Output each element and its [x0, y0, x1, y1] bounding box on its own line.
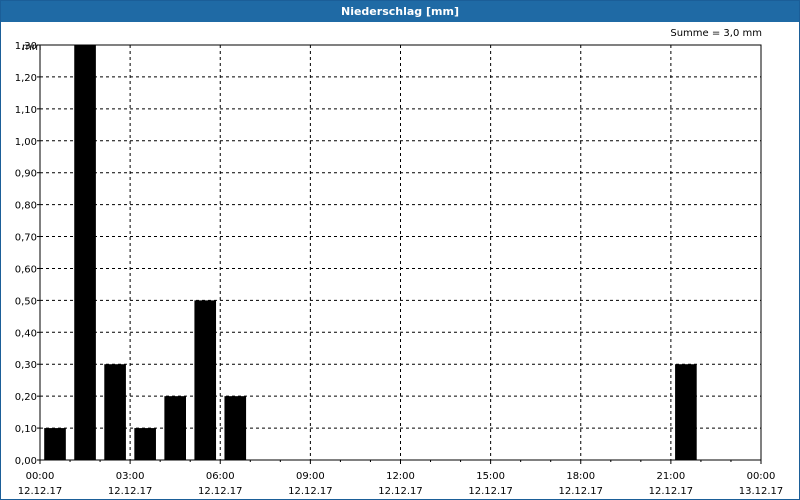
- y-tick-label: 0,60: [15, 264, 37, 275]
- y-tick-label: 1,00: [15, 137, 37, 148]
- x-tick-time: 15:00: [476, 471, 505, 482]
- precipitation-bar: [675, 364, 697, 460]
- x-tick-time: 12:00: [386, 471, 415, 482]
- x-tick-time: 03:00: [116, 471, 145, 482]
- y-axis: 0,00 0,10 0,20 0,30 0,40 0,50 0,60 0,70 0,80 0,90…: [15, 41, 40, 467]
- x-tick-time: 18:00: [566, 471, 595, 482]
- precipitation-bar: [224, 396, 247, 460]
- y-tick-label: 0,70: [15, 233, 37, 244]
- y-tick-label: 0,10: [15, 424, 37, 435]
- y-unit-label: mm: [22, 42, 41, 53]
- precipitation-chart: 0,00 0,10 0,20 0,30 0,40 0,50 0,60 0,70 0,80 0,90…: [15, 28, 784, 497]
- x-tick-date: 13.12.17: [739, 486, 784, 497]
- x-tick-time: 00:00: [26, 471, 55, 482]
- y-tick-label: 0,20: [15, 392, 37, 403]
- x-tick-date: 12.12.17: [558, 486, 603, 497]
- precipitation-bar: [164, 396, 187, 460]
- y-tick-label: 0,80: [15, 201, 37, 212]
- x-tick-date: 12.12.17: [288, 486, 333, 497]
- y-tick-label: 1,20: [15, 73, 37, 84]
- x-tick-time: 06:00: [206, 471, 235, 482]
- x-tick-time: 00:00: [747, 471, 776, 482]
- x-tick-time: 09:00: [296, 471, 325, 482]
- y-tick-label: 1,10: [15, 105, 37, 116]
- y-tick-label: 0,00: [15, 456, 37, 467]
- x-tick-date: 12.12.17: [378, 486, 423, 497]
- precipitation-bar: [134, 428, 156, 460]
- y-tick-label: 0,90: [15, 169, 37, 180]
- x-tick-date: 12.12.17: [649, 486, 694, 497]
- x-tick-date: 12.12.17: [108, 486, 153, 497]
- precipitation-bar: [194, 300, 217, 460]
- y-tick-label: 0,50: [15, 296, 37, 307]
- y-tick-label: 0,30: [15, 360, 37, 371]
- precipitation-bar: [104, 364, 126, 460]
- precipitation-bar: [74, 45, 96, 460]
- x-axis: 00:00 12.12.17 03:00 12.12.17 06:00 12.12.17 0…: [18, 460, 784, 497]
- x-tick-date: 12.12.17: [468, 486, 513, 497]
- x-tick-date: 12.12.17: [198, 486, 243, 497]
- sum-label: Summe = 3,0 mm: [670, 28, 762, 39]
- x-tick-time: 21:00: [656, 471, 685, 482]
- y-tick-label: 0,40: [15, 328, 37, 339]
- precipitation-bar: [44, 428, 66, 460]
- x-tick-date: 12.12.17: [18, 486, 63, 497]
